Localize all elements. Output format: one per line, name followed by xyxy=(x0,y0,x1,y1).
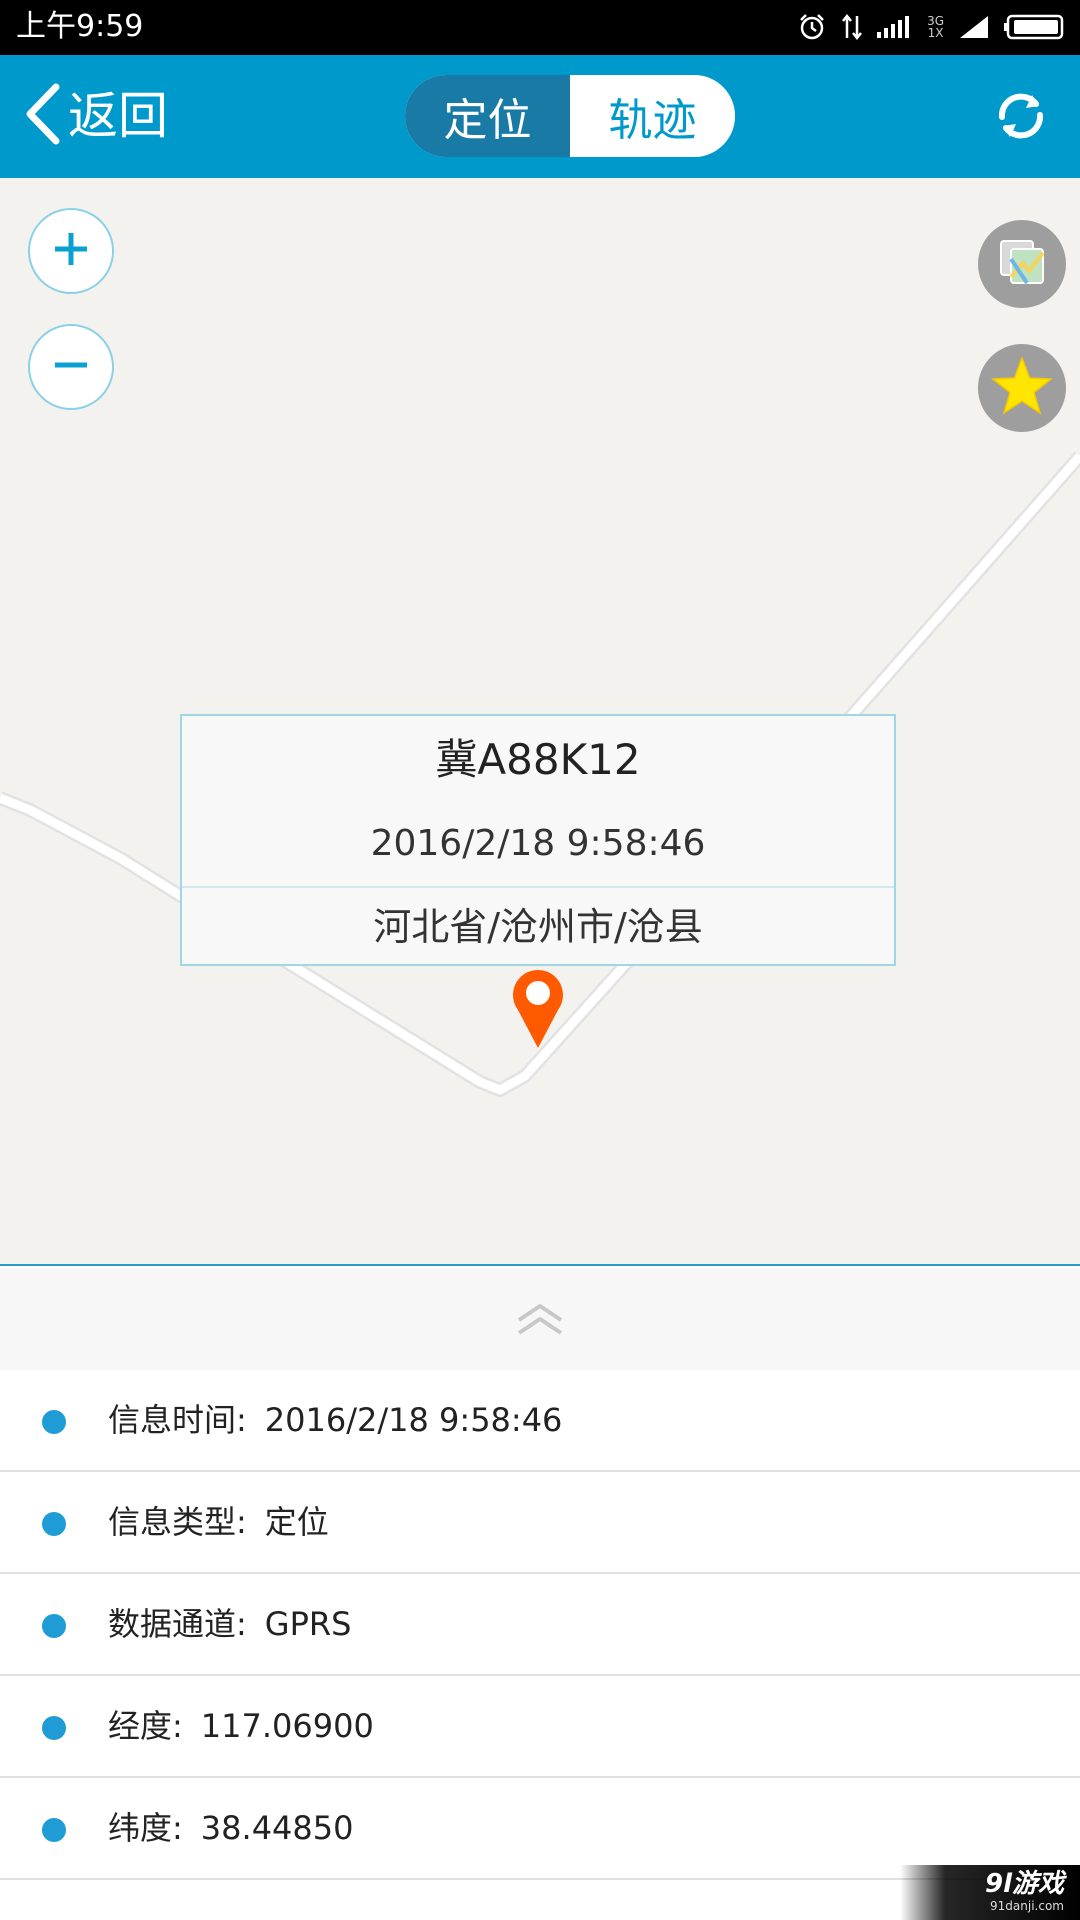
bullet-icon xyxy=(42,1818,66,1842)
favorite-button[interactable] xyxy=(978,344,1066,432)
detail-label: 纬度: xyxy=(108,1809,183,1847)
back-button[interactable]: 返回 xyxy=(22,83,168,149)
signal-icon xyxy=(877,14,913,40)
zoom-out-icon xyxy=(51,345,91,389)
zoom-in-icon xyxy=(51,229,91,273)
alarm-icon xyxy=(797,12,827,42)
data-transfer-icon xyxy=(841,12,863,42)
zoom-in-button[interactable] xyxy=(28,208,114,294)
bullet-icon xyxy=(42,1716,66,1740)
map-divider xyxy=(0,1264,1080,1266)
detail-row-data-channel: 数据通道: GPRS xyxy=(0,1574,1080,1676)
watermark-url: 91danji.com xyxy=(990,1899,1064,1913)
refresh-icon xyxy=(992,93,1050,149)
detail-row-longitude: 经度: 117.06900 xyxy=(0,1676,1080,1778)
battery-icon xyxy=(1004,14,1066,40)
map-layer-button[interactable] xyxy=(978,220,1066,308)
detail-row-info-time: 信息时间: 2016/2/18 9:58:46 xyxy=(0,1370,1080,1472)
status-time: 上午9:59 xyxy=(16,9,144,44)
popup-time: 2016/2/18 9:58:46 xyxy=(370,823,706,864)
network-type: 3G 1X xyxy=(927,15,944,39)
view-segmented-control: 定位 轨迹 xyxy=(405,75,735,157)
refresh-button[interactable] xyxy=(992,87,1050,145)
detail-label: 信息类型: xyxy=(108,1503,247,1541)
bullet-icon xyxy=(42,1614,66,1638)
watermark-main: 9l游戏 xyxy=(984,1869,1064,1899)
detail-row-info-type: 信息类型: 定位 xyxy=(0,1472,1080,1574)
map-view[interactable]: 冀A88K12 2016/2/18 9:58:46 河北省/沧州市/沧县 xyxy=(0,178,1080,1266)
detail-label: 经度: xyxy=(108,1707,183,1745)
chevron-left-icon xyxy=(22,81,62,151)
star-icon xyxy=(990,355,1054,420)
detail-value: 定位 xyxy=(264,1503,329,1541)
vehicle-info-popup[interactable]: 冀A88K12 2016/2/18 9:58:46 河北省/沧州市/沧县 xyxy=(180,714,896,966)
location-marker[interactable] xyxy=(505,962,571,1056)
vehicle-plate: 冀A88K12 xyxy=(435,735,641,784)
status-icons: 3G 1X xyxy=(797,10,1066,44)
tab-location[interactable]: 定位 xyxy=(405,75,570,157)
map-layer-icon xyxy=(997,237,1047,291)
bullet-icon xyxy=(42,1410,66,1434)
back-label: 返回 xyxy=(68,87,168,145)
detail-list: 信息时间: 2016/2/18 9:58:46 信息类型: 定位 数据通道: GPRS… xyxy=(0,1370,1080,1880)
zoom-out-button[interactable] xyxy=(28,324,114,410)
tab-track[interactable]: 轨迹 xyxy=(570,75,735,157)
detail-value: 117.06900 xyxy=(200,1707,374,1745)
location-pin-icon xyxy=(505,970,571,1056)
panel-expand-handle[interactable] xyxy=(0,1268,1080,1370)
detail-value: 2016/2/18 9:58:46 xyxy=(264,1401,563,1439)
signal-icon xyxy=(958,14,990,40)
app-bar: 返回 定位 轨迹 xyxy=(0,55,1080,178)
watermark-logo: 9l游戏 91danji.com xyxy=(900,1865,1080,1920)
double-chevron-up-icon xyxy=(515,1302,565,1340)
popup-address: 河北省/沧州市/沧县 xyxy=(373,905,703,949)
status-bar: 上午9:59 3G 1X xyxy=(0,0,1080,55)
detail-label: 信息时间: xyxy=(108,1401,247,1439)
detail-value: GPRS xyxy=(264,1605,352,1643)
network-type-bottom: 1X xyxy=(927,26,944,40)
detail-label: 数据通道: xyxy=(108,1605,247,1643)
detail-value: 38.44850 xyxy=(200,1809,354,1847)
bullet-icon xyxy=(42,1512,66,1536)
